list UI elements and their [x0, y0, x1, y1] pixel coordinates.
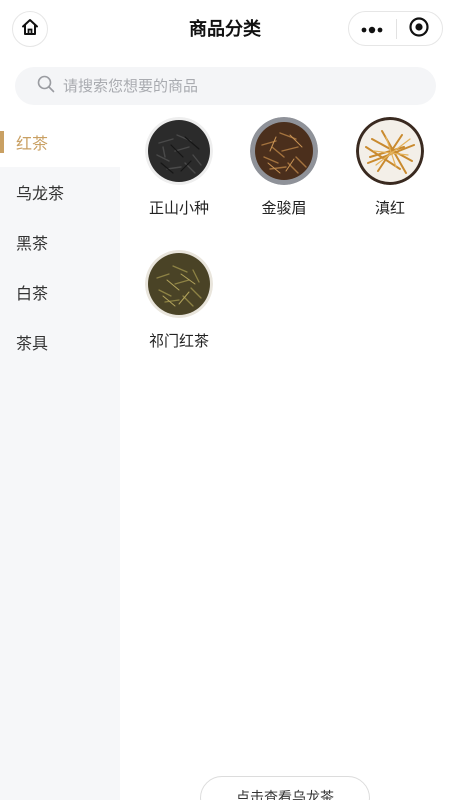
search-input[interactable]: [63, 77, 383, 95]
sidebar-item-hongcha[interactable]: 红茶: [0, 117, 120, 167]
target-icon: [408, 16, 430, 42]
sidebar-item-label: 白茶: [16, 284, 49, 303]
sidebar-item-label: 乌龙茶: [16, 184, 65, 203]
product-name: 祁门红茶: [148, 332, 209, 350]
search-icon: [37, 75, 55, 97]
product-item[interactable]: 正山小种: [129, 117, 229, 218]
search-bar[interactable]: [15, 67, 436, 105]
sidebar-item-chaju[interactable]: 茶具: [0, 317, 120, 367]
product-item[interactable]: 祁门红茶: [129, 250, 229, 351]
sidebar-item-heicha[interactable]: 黑茶: [0, 217, 120, 267]
capsule-menu: [348, 11, 443, 46]
sidebar-item-wulongcha[interactable]: 乌龙茶: [0, 167, 120, 217]
black-tea-leaves-icon: [145, 117, 213, 185]
dianhong-tea-leaves-icon: [356, 117, 424, 185]
golden-tea-leaves-icon: [250, 117, 318, 185]
sidebar-item-baicha[interactable]: 白茶: [0, 267, 120, 317]
category-sidebar: 红茶 乌龙茶 黑茶 白茶 茶具: [0, 117, 120, 800]
keemun-tea-leaves-icon: [145, 250, 213, 318]
product-item[interactable]: 滇红: [340, 117, 440, 218]
product-name: 金骏眉: [261, 199, 307, 217]
sidebar-item-label: 黑茶: [16, 234, 49, 253]
more-dots-icon: [361, 19, 383, 38]
product-name: 正山小种: [148, 199, 209, 217]
next-category-button[interactable]: 点击查看乌龙茶: [200, 776, 370, 800]
sidebar-item-label: 红茶: [16, 134, 49, 153]
product-grid: 正山小种 金骏眉 滇红 祁门红茶: [120, 117, 450, 800]
nav-bar: 商品分类: [0, 0, 450, 56]
close-miniapp-button[interactable]: [396, 12, 442, 45]
product-item[interactable]: 金骏眉: [234, 117, 334, 218]
product-name: 滇红: [374, 199, 405, 217]
more-button[interactable]: [349, 12, 396, 45]
sidebar-item-label: 茶具: [16, 334, 49, 353]
